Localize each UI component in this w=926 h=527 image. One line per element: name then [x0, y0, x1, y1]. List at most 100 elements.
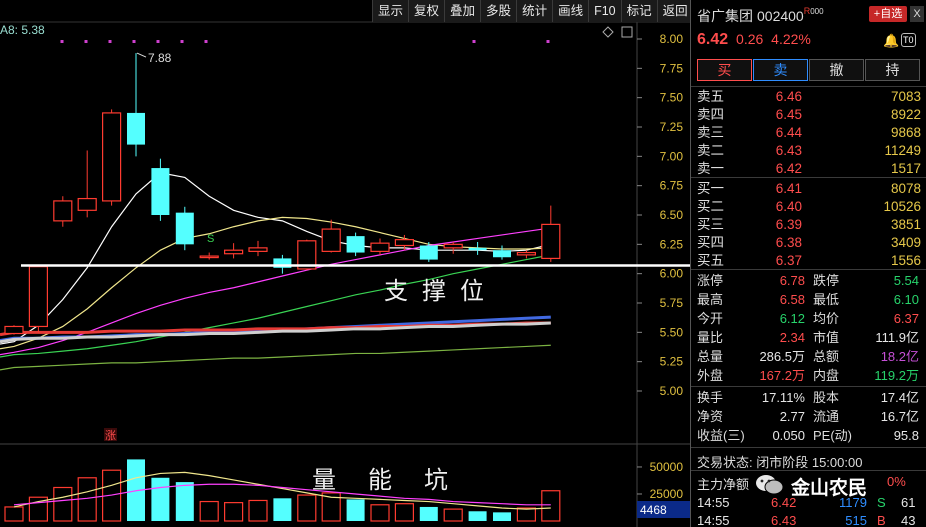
chart-grid: [0, 21, 690, 527]
high-price-label: 7.88: [148, 51, 172, 65]
order-price: 6.38: [775, 235, 802, 250]
add-watchlist-button[interactable]: +自选: [869, 6, 907, 22]
candle-body-down: [493, 250, 511, 258]
y-tick-label: 5.50: [660, 325, 684, 339]
divider: [691, 86, 926, 87]
stat-value: 6.78: [779, 273, 805, 288]
divider: [691, 269, 926, 270]
volume-bar-down: [468, 511, 487, 521]
signal-marker-dot: [108, 40, 112, 43]
stat-row: 涨停 6.78 跌停 5.54: [697, 271, 921, 290]
order-level-label: 买四: [697, 235, 724, 250]
y-tick-label: 5.75: [660, 296, 684, 310]
order-volume: 8922: [890, 107, 921, 122]
order-volume: 10526: [883, 199, 921, 214]
order-volume: 7083: [890, 89, 921, 104]
candle-body-up: [321, 228, 341, 252]
stat-row: 收益(三) 0.050 PE(动) 95.8: [697, 426, 921, 445]
candle-body-up: [199, 255, 219, 259]
y-tick-label: 7.00: [660, 149, 684, 163]
volume-bar-up: [541, 490, 561, 522]
stat-value: 167.2万: [759, 368, 805, 383]
order-volume: 3851: [890, 217, 921, 232]
buy-button[interactable]: 买: [697, 59, 752, 81]
order-level-label: 卖二: [697, 143, 724, 158]
order-price: 6.43: [775, 143, 802, 158]
signal-marker-dot: [84, 40, 88, 43]
quote-panel: 省广集团 002400R000 +自选 X 6.42 0.26 4.22% 🔔 T…: [690, 0, 926, 527]
stat-row: 外盘 167.2万 内盘 119.2万: [697, 366, 921, 385]
candle-body-down: [175, 212, 194, 245]
r-mark: R000: [803, 6, 824, 16]
stat-value: 0.050: [772, 428, 805, 443]
stat-label: 总额: [813, 349, 840, 364]
order-volume: 1517: [890, 161, 921, 176]
stat-label: 收益(三): [697, 428, 745, 443]
toolbar-draw-line-button[interactable]: 画线: [552, 0, 589, 22]
t0-badge[interactable]: T0: [901, 33, 916, 47]
s-signal-mark: S: [207, 233, 214, 245]
stat-row: 总量 286.5万 总额 18.2亿: [697, 347, 921, 366]
y-tick-label: 7.50: [660, 91, 684, 105]
candle-body-down: [151, 168, 170, 215]
order-level-label: 买一: [697, 181, 724, 196]
toolbar-f10-button[interactable]: F10: [588, 0, 621, 22]
stock-header: 省广集团 002400R000: [697, 6, 824, 26]
candle-body-up: [443, 243, 463, 249]
stat-value: 119.2万: [874, 368, 919, 383]
price-line: 6.42 0.26 4.22%: [697, 31, 811, 49]
sell-button[interactable]: 卖: [753, 59, 808, 81]
watermark: 金山农民: [755, 472, 915, 500]
close-button[interactable]: X: [910, 6, 924, 22]
signal-marker-dot: [60, 40, 64, 43]
stat-row: 净资 2.77 流通 16.7亿: [697, 407, 921, 426]
bell-icon[interactable]: 🔔: [883, 33, 899, 49]
toolbar-restore-right-button[interactable]: 复权: [408, 0, 445, 22]
toolbar-statistics-button[interactable]: 统计: [516, 0, 553, 22]
cancel-order-button[interactable]: 撤: [809, 59, 864, 81]
candle-body-up: [28, 266, 48, 328]
stat-row: 最高 6.58 最低 6.10: [697, 290, 921, 309]
stat-value: 5.54: [893, 273, 919, 288]
ask-row: 卖二 6.43 11249: [697, 142, 921, 160]
toolbar-display-button[interactable]: 显示: [372, 0, 409, 22]
y-tick-label: 6.25: [660, 237, 684, 251]
toolbar-overlay-button[interactable]: 叠加: [444, 0, 481, 22]
divider: [691, 386, 926, 387]
stock-name: 省广集团: [697, 8, 753, 24]
bid-row: 买四 6.38 3409: [697, 234, 921, 252]
bid-row: 买五 6.37 1556: [697, 252, 921, 270]
candle-body-up: [77, 197, 97, 211]
stat-value: 95.8: [893, 428, 919, 443]
signal-marker-dot: [132, 40, 136, 43]
order-level-label: 卖三: [697, 125, 724, 140]
divider: [691, 447, 926, 448]
volume-bar-down: [151, 477, 170, 521]
stat-label: 量比: [697, 330, 724, 345]
volume-bar-down: [273, 498, 292, 521]
watermark-text: 金山农民: [791, 478, 868, 499]
stat-label: 跌停: [813, 273, 840, 288]
volume-bar-up: [516, 507, 537, 522]
order-volume: 3409: [890, 235, 921, 250]
stat-label: 股本: [813, 390, 840, 405]
stat-value: 6.12: [779, 311, 805, 326]
stat-row: 换手 17.11% 股本 17.4亿: [697, 388, 921, 407]
ask-row: 卖四 6.45 8922: [697, 106, 921, 124]
order-volume: 1556: [890, 253, 921, 268]
kline-chart[interactable]: 8.00 7.75 7.50 7.25 7.00 6.75 6.50 6.25 6.00 5.75…: [0, 0, 690, 527]
ask-row: 卖三 6.44 9868: [697, 124, 921, 142]
volume-tick-label: 25000: [650, 487, 684, 501]
toolbar-multi-stock-button[interactable]: 多股: [480, 0, 517, 22]
stat-label: 最高: [697, 292, 724, 307]
holdings-button[interactable]: 持: [865, 59, 920, 81]
signal-marker-dot: [204, 40, 208, 43]
order-level-label: 买二: [697, 199, 724, 214]
main-flow-label: 主力净额 0%: [697, 474, 906, 492]
current-price: 6.42: [697, 31, 729, 48]
candle-body-up: [394, 239, 414, 247]
toolbar-mark-button[interactable]: 标记: [620, 0, 657, 22]
toolbar-back-button[interactable]: 返回: [656, 0, 693, 22]
price-change-pct: 4.22%: [771, 31, 811, 47]
volume-bar-down: [346, 499, 365, 521]
